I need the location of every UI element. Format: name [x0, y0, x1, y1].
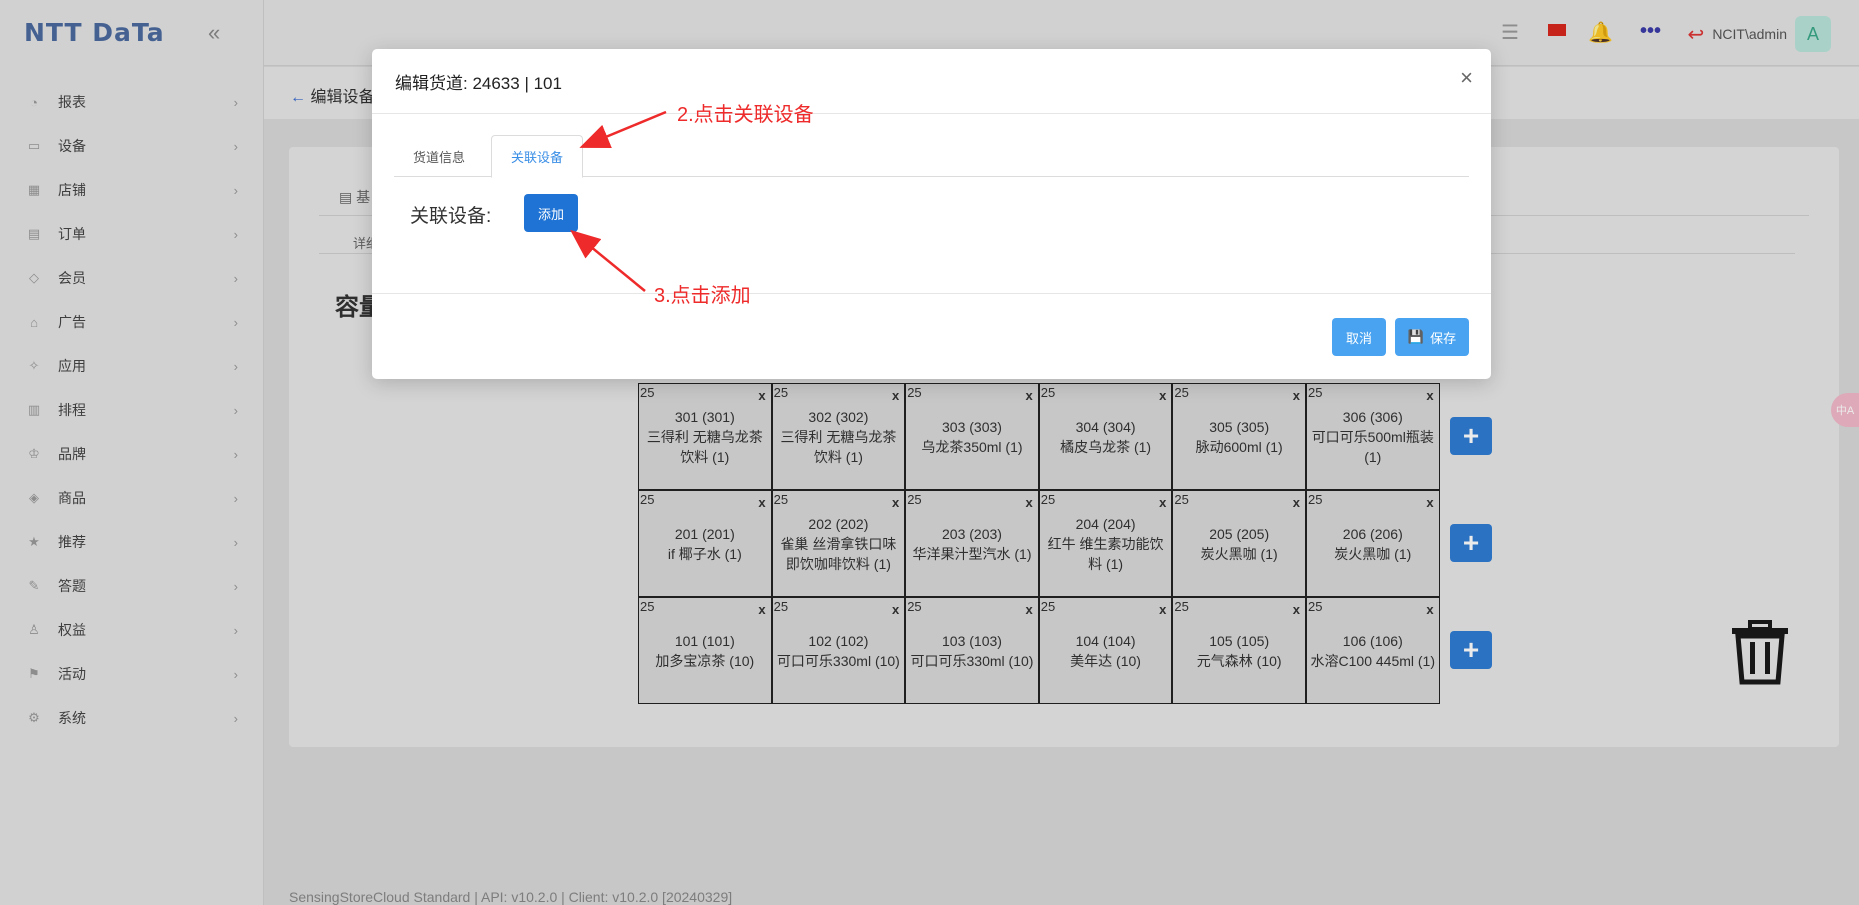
divider	[372, 293, 1491, 294]
modal-tabs: 货道信息 关联设备	[394, 135, 1469, 178]
close-icon[interactable]: ×	[1460, 65, 1473, 91]
save-button[interactable]: 💾 保存	[1395, 318, 1469, 356]
divider	[372, 113, 1491, 114]
add-button[interactable]: 添加	[524, 194, 578, 232]
edit-lane-modal: 编辑货道: 24633 | 101 × 货道信息 关联设备 关联设备: 添加 取…	[372, 49, 1491, 379]
save-icon: 💾	[1407, 329, 1425, 344]
tab-lane-info[interactable]: 货道信息	[394, 135, 484, 177]
annotation-step2: 2.点击关联设备	[677, 104, 814, 126]
related-devices-label: 关联设备:	[410, 206, 492, 227]
cancel-button[interactable]: 取消	[1332, 318, 1386, 356]
modal-title: 编辑货道: 24633 | 101	[395, 74, 562, 93]
annotation-step3: 3.点击添加	[654, 285, 751, 307]
save-label: 保存	[1430, 330, 1457, 346]
tab-related-devices[interactable]: 关联设备	[491, 135, 584, 178]
